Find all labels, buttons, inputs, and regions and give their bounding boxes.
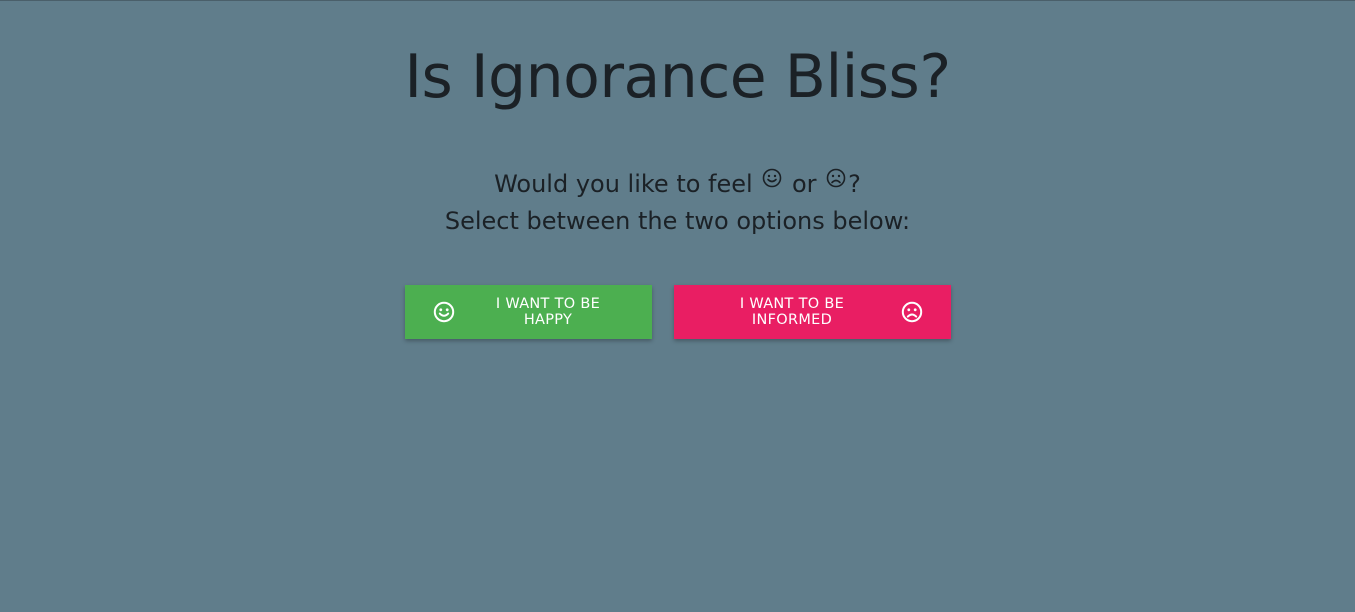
- smile-icon: [433, 301, 455, 323]
- page-title: Is Ignorance Bliss?: [404, 42, 951, 112]
- subtitle-line-1: Would you like to feel or ?: [0, 162, 1355, 203]
- be-happy-button-label: I WANT TO BE HAPPY: [495, 296, 601, 328]
- be-happy-button[interactable]: I WANT TO BE HAPPY: [404, 285, 652, 339]
- subtitle-prefix: Would you like to feel: [494, 170, 753, 198]
- subtitle-or: or: [791, 170, 817, 198]
- frown-icon: [826, 162, 846, 199]
- be-informed-button-label: I WANT TO BE INFORMED: [739, 296, 845, 328]
- smile-icon: [762, 162, 782, 199]
- page-container: Is Ignorance Bliss? Would you like to fe…: [0, 1, 1355, 339]
- be-informed-button[interactable]: I WANT TO BE INFORMED: [673, 285, 951, 339]
- frown-icon: [901, 301, 923, 323]
- subtitle-suffix: ?: [848, 170, 861, 198]
- options-button-group: I WANT TO BE HAPPY I WANT TO BE INFORMED: [0, 285, 1355, 339]
- subtitle: Would you like to feel or ? Select betwe…: [0, 162, 1355, 240]
- subtitle-line-2: Select between the two options below:: [444, 207, 911, 235]
